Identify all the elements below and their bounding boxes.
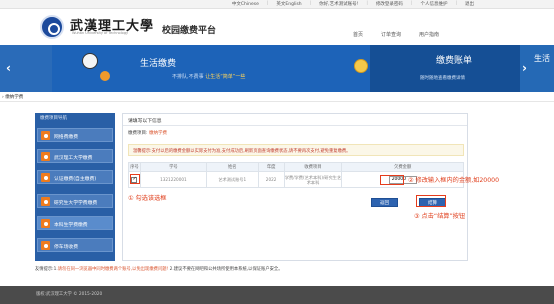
sidebar-item-school[interactable]: 武汉理工大学缴费 <box>37 149 113 163</box>
tip-rest: 2.建议不要在网吧和公共场所使用本系统,以保证账户安全。 <box>168 267 283 272</box>
fee-sidebar: 缴费项目导航 网络费缴费 武汉理工大学缴费 认证缴费(自主缴费) 研究生大学学费… <box>35 113 115 261</box>
fee-item-line: 缴费项目: 缴纳学费 <box>128 130 167 136</box>
top-utility-bar: 中文Chinese | 英文English | 你好,艺术测试账号! | 修改登… <box>0 0 554 9</box>
fee-item-label: 缴费项目: <box>128 131 148 136</box>
divider: | <box>366 1 368 6</box>
auth-icon <box>41 173 50 182</box>
step3-annotation: ③ 点击“结算”按钮 <box>414 213 466 220</box>
main-nav: 首页 订单查询 用户指南 <box>353 31 439 38</box>
panel-title: 请填写以下信息 <box>128 119 162 124</box>
school-english-name: Wuhan University of Technology <box>72 31 129 35</box>
sidebar-item-label: 停车场收费 <box>54 245 78 250</box>
table-header-row: 序号 学号 姓名 年度 收费项目 欠费金额 <box>128 162 464 172</box>
promo-banner: 生活缴费 不排队,不费事 让生活“简单”一些 缴费账单 随时随地查看缴费详情 生… <box>0 45 554 92</box>
warning-notice: 温馨提示:支付以后的缴费金额以实际支付为准,支付成功后,刷新页面查询缴费状态,请… <box>128 144 464 156</box>
parking-icon <box>41 241 50 250</box>
school-icon <box>41 152 50 161</box>
fee-item-text: 学费/学费(艺术本科)/研究生艺术本科 <box>284 174 342 185</box>
logout-link[interactable]: 退出 <box>465 1 474 7</box>
sidebar-item-label: 网络费缴费 <box>54 135 78 140</box>
sidebar-item-undergrad[interactable]: 本科生学费缴费 <box>37 216 113 230</box>
column-header: 年度 <box>257 162 285 172</box>
sidebar-item-graduate[interactable]: 研究生大学学费缴费 <box>37 194 113 208</box>
site-header: 武漢理工大學 Wuhan University of Technology 校园… <box>0 9 554 45</box>
column-header: 序号 <box>128 162 141 172</box>
undergrad-icon <box>41 219 50 228</box>
football-icon <box>82 53 98 69</box>
divider: | <box>455 1 457 6</box>
coin-icon <box>354 59 368 73</box>
nav-orders[interactable]: 订单查询 <box>381 31 401 38</box>
payment-form-panel: 请填写以下信息 缴费项目: 缴纳学费 温馨提示:支付以后的缴费金额以实际支付为准… <box>122 113 468 261</box>
sidebar-item-label: 认证缴费(自主缴费) <box>54 177 97 182</box>
sidebar-item-parking[interactable]: 停车场收费 <box>37 238 113 252</box>
banner-main-panel <box>52 45 370 92</box>
banner-highlight-text: 让生活“简单”一些 <box>205 74 246 80</box>
back-button[interactable]: 返回 <box>371 198 398 207</box>
banner-title: 生活缴费 <box>140 59 177 69</box>
student-id-cell: 1321220001 <box>139 171 207 188</box>
banner-subtitle-text: 不排队,不费事 <box>172 74 204 80</box>
student-name-cell: 艺术测试账号1 <box>205 171 259 188</box>
column-header: 欠费金额 <box>341 162 464 172</box>
banner-edge-text: 生活 <box>534 54 550 63</box>
fee-item-value: 缴纳学费 <box>148 131 167 136</box>
amount-highlight-box <box>380 175 404 185</box>
nav-home[interactable]: 首页 <box>353 31 363 38</box>
settle-highlight-box <box>416 195 446 207</box>
lang-chinese-link[interactable]: 中文Chinese <box>232 1 259 7</box>
network-icon <box>41 131 50 140</box>
divider <box>0 101 554 102</box>
year-cell: 2022 <box>257 171 285 188</box>
breadcrumb: › 缴纳学费 <box>2 95 24 100</box>
divider <box>123 125 467 126</box>
tip-warning: 请勿在同一浏览器中同时缴费两个账号,以免出现缴费问题! <box>57 267 169 272</box>
sidebar-header: 缴费项目导航 <box>40 116 67 121</box>
step2-annotation: ② 修改输入框内的金额,如20000 <box>408 177 500 184</box>
divider: | <box>410 1 413 6</box>
graduate-icon <box>41 197 50 206</box>
platform-title: 校园缴费平台 <box>162 26 217 36</box>
change-password-link[interactable]: 修改登录密码 <box>376 1 403 7</box>
column-header: 学号 <box>139 162 207 172</box>
sidebar-item-auth[interactable]: 认证缴费(自主缴费) <box>37 170 113 184</box>
checkbox-highlight-box <box>130 174 140 184</box>
banner-right-subtitle: 随时随地查看缴费详情 <box>420 76 465 81</box>
nav-guide[interactable]: 用户指南 <box>419 31 439 38</box>
lang-english-link[interactable]: 英文English <box>276 1 301 7</box>
column-header: 收费项目 <box>283 162 343 172</box>
column-header: 姓名 <box>205 162 259 172</box>
banner-subtitle: 不排队,不费事 让生活“简单”一些 <box>172 73 245 80</box>
banner-right-title: 缴费账单 <box>436 56 473 66</box>
site-footer: 版权:武汉理工大学 © 2015-2020 <box>0 286 554 304</box>
sidebar-item-label: 研究生大学学费缴费 <box>54 201 98 206</box>
school-logo-icon[interactable] <box>40 15 64 39</box>
sidebar-item-label: 武汉理工大学缴费 <box>54 156 93 161</box>
step1-annotation: ① 勾选该选框 <box>128 195 167 202</box>
footer-tip: 友情提示:1.请勿在同一浏览器中同时缴费两个账号,以免出现缴费问题! 2.建议不… <box>35 266 283 272</box>
profile-link[interactable]: 个人信息维护 <box>420 1 447 7</box>
divider: | <box>309 1 312 6</box>
divider: | <box>266 1 269 6</box>
sidebar-item-network[interactable]: 网络费缴费 <box>37 128 113 142</box>
copyright-text: 版权:武汉理工大学 © 2015-2020 <box>36 292 103 297</box>
greeting-text: 你好,艺术测试账号! <box>319 2 359 7</box>
orange-ball-icon <box>100 71 110 81</box>
tip-prefix: 友情提示:1. <box>35 267 58 272</box>
fee-item-cell: 学费/学费(艺术本科)/研究生艺术本科 <box>283 171 343 188</box>
sidebar-item-label: 本科生学费缴费 <box>54 223 88 228</box>
banner-next-icon[interactable]: › <box>522 61 527 75</box>
banner-prev-icon[interactable]: ‹ <box>6 61 11 75</box>
